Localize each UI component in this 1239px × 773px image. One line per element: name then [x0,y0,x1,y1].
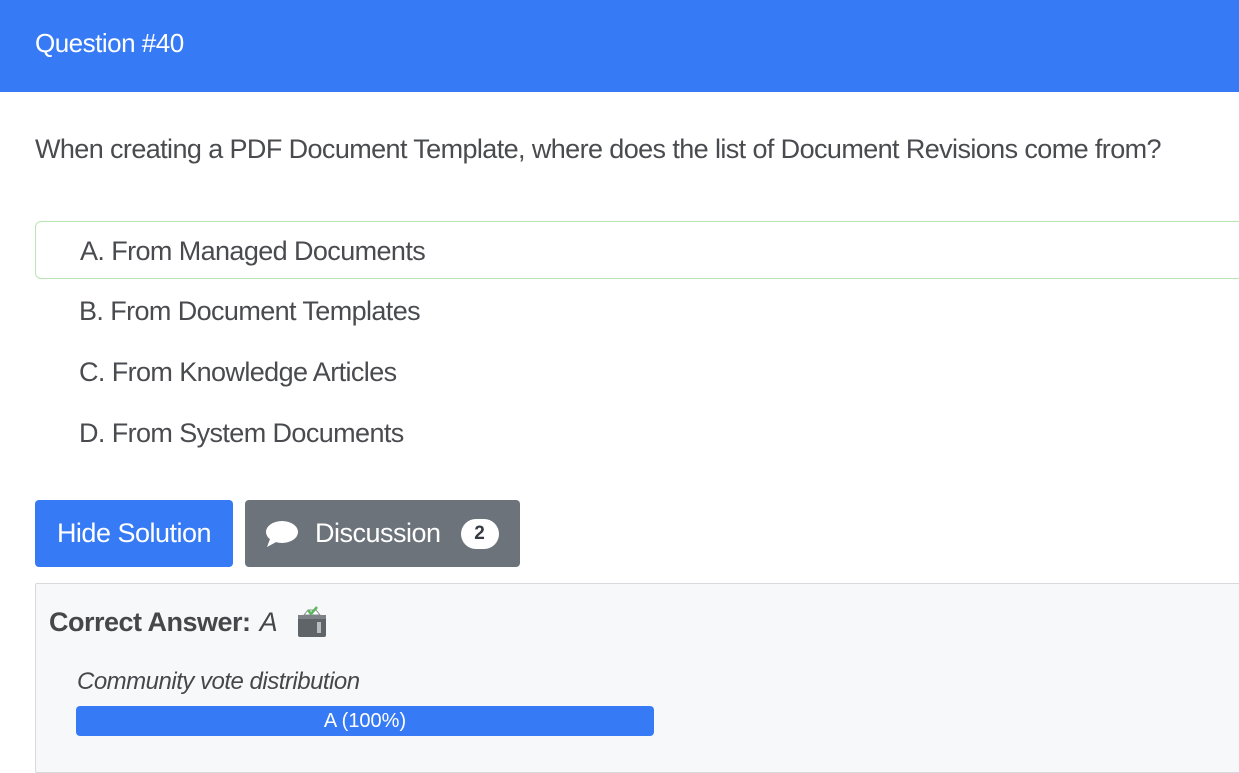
chat-bubble-icon [266,520,298,547]
hide-solution-button[interactable]: Hide Solution [35,500,233,567]
answer-panel: Correct Answer: A Community vote distrib… [35,583,1239,773]
question-header: Question #40 [0,0,1239,92]
correct-answer-label: Correct Answer: [49,606,251,637]
choice-c[interactable]: C. From Knowledge Articles [35,343,1239,401]
vote-distribution-bar: A (100%) [76,706,654,736]
hide-solution-label: Hide Solution [56,518,212,548]
question-text: When creating a PDF Document Template, w… [35,134,1162,164]
vote-distribution-title: Community vote distribution [77,668,360,695]
discussion-count-badge: 2 [460,518,499,549]
correct-answer-line: Correct Answer: A [49,606,329,638]
correct-answer-value: A [259,606,278,637]
discussion-button[interactable]: Discussion 2 [245,500,520,567]
choice-b[interactable]: B. From Document Templates [35,282,1239,340]
question-title: Question #40 [35,28,184,58]
vote-bar-fill-a: A (100%) [76,706,654,736]
discussion-label: Discussion [315,518,441,548]
choice-d[interactable]: D. From System Documents [35,404,1239,462]
choice-a[interactable]: A. From Managed Documents [35,221,1239,279]
ballot-box-icon[interactable] [295,606,329,638]
